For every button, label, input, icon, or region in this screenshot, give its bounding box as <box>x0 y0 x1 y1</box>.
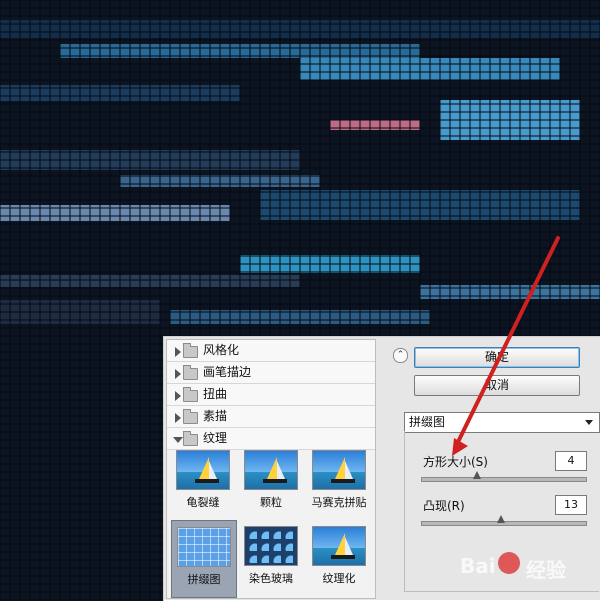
filter-select-value: 拼缀图 <box>409 415 446 429</box>
baidu-watermark: Bai 经验 <box>460 548 600 588</box>
category-label: 扭曲 <box>203 387 228 401</box>
filter-thumb-grain[interactable]: 颗粒 <box>239 450 303 510</box>
expand-triangle-icon[interactable] <box>175 413 181 423</box>
watermark-text: Bai <box>460 554 496 578</box>
chevron-down-icon <box>585 420 593 425</box>
square-size-slider-track[interactable] <box>421 477 587 482</box>
filter-select[interactable]: 拼缀图 <box>404 412 600 433</box>
relief-label: 凸现(R) <box>423 499 465 513</box>
filter-category-list: 风格化 画笔描边 扭曲 素描 纹理 龟裂缝 颗粒 马赛克拼贴 拼缀图 染色玻璃 … <box>166 339 376 599</box>
filter-thumb-label: 拼缀图 <box>187 573 221 586</box>
seascape-thumbnail-icon <box>244 450 298 490</box>
tile-thumbnail-icon <box>177 527 231 567</box>
category-stylize[interactable]: 风格化 <box>167 340 375 362</box>
filter-thumb-label: 纹理化 <box>322 572 356 585</box>
seascape-thumbnail-icon <box>312 450 366 490</box>
filter-thumb-label: 染色玻璃 <box>249 572 293 585</box>
glass-thumbnail-icon <box>244 526 298 566</box>
filter-thumb-stained-glass[interactable]: 染色玻璃 <box>239 526 303 586</box>
folder-icon <box>183 409 198 424</box>
category-distort[interactable]: 扭曲 <box>167 384 375 406</box>
ok-button[interactable]: 确定 <box>414 347 580 368</box>
category-sketch[interactable]: 素描 <box>167 406 375 428</box>
filter-thumb-label: 颗粒 <box>260 496 282 509</box>
folder-icon <box>183 365 198 380</box>
folder-icon <box>183 343 198 358</box>
filter-thumb-label: 马赛克拼贴 <box>311 496 367 509</box>
paw-logo-icon <box>498 552 520 574</box>
seascape-thumbnail-icon <box>176 450 230 490</box>
expand-triangle-icon[interactable] <box>175 347 181 357</box>
filter-thumb-label: 龟裂缝 <box>186 496 220 509</box>
square-size-slider-knob[interactable] <box>473 471 481 479</box>
folder-icon <box>183 431 198 446</box>
watermark-text: 经验 <box>526 558 566 582</box>
filter-thumb-texturizer[interactable]: 纹理化 <box>307 526 371 586</box>
seascape-thumbnail-icon <box>312 526 366 566</box>
relief-slider-knob[interactable] <box>497 515 505 523</box>
filter-thumb-craquelure[interactable]: 龟裂缝 <box>171 450 235 510</box>
collapse-triangle-icon[interactable] <box>173 437 183 443</box>
category-label: 画笔描边 <box>203 365 252 379</box>
square-size-label: 方形大小(S) <box>423 455 488 469</box>
filter-thumb-patchwork[interactable]: 拼缀图 <box>171 520 237 598</box>
collapse-gallery-button[interactable]: ⌃ <box>393 348 408 363</box>
relief-input[interactable]: 13 <box>555 495 587 515</box>
double-chevron-up-icon: ⌃ <box>396 350 405 360</box>
filter-thumb-mosaic-tiles[interactable]: 马赛克拼贴 <box>307 450 371 510</box>
expand-triangle-icon[interactable] <box>175 391 181 401</box>
folder-icon <box>183 387 198 402</box>
square-size-input[interactable]: 4 <box>555 451 587 471</box>
category-brush-strokes[interactable]: 画笔描边 <box>167 362 375 384</box>
texture-thumbnail-grid: 龟裂缝 颗粒 马赛克拼贴 拼缀图 染色玻璃 纹理化 <box>169 450 373 598</box>
category-label: 纹理 <box>203 431 228 445</box>
category-label: 素描 <box>203 409 228 423</box>
category-label: 风格化 <box>203 343 240 357</box>
category-texture[interactable]: 纹理 <box>167 428 375 450</box>
cancel-button[interactable]: 取消 <box>414 375 580 396</box>
expand-triangle-icon[interactable] <box>175 369 181 379</box>
